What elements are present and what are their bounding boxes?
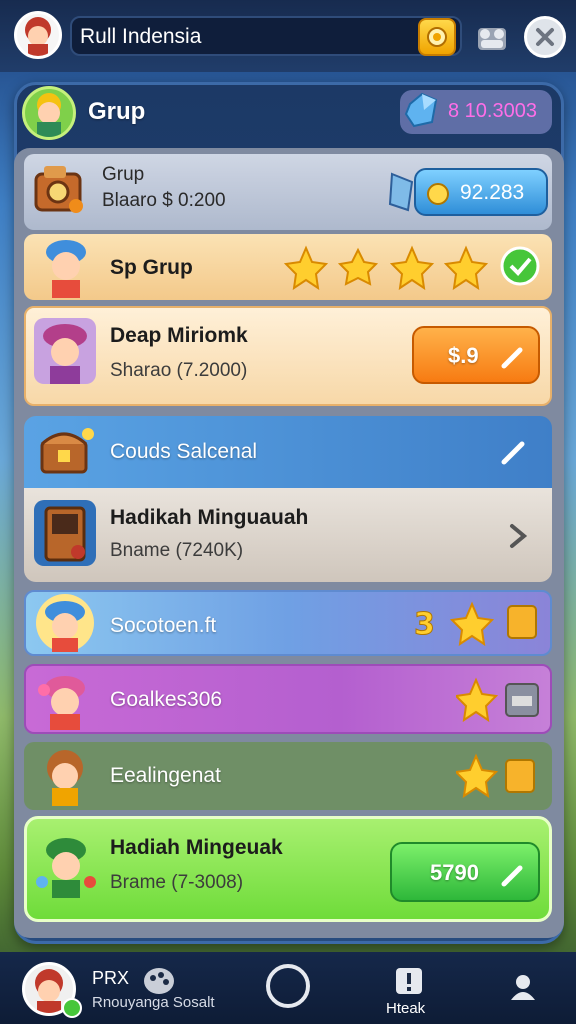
treasure-chest-icon (36, 420, 96, 484)
reward-icons (453, 676, 542, 726)
claim-button-label: 5790 (430, 860, 479, 885)
check-icon (500, 246, 540, 286)
arcade-machine-icon (34, 500, 96, 566)
home-circle-button[interactable] (266, 964, 310, 1008)
claim-button[interactable]: 5790 (390, 842, 540, 902)
coin-icon (427, 27, 447, 47)
list-item-subtitle: Sharao (7.2000) (110, 360, 248, 381)
section-title: Couds Salcenal (110, 440, 258, 463)
list-item-title: Sp Grup (110, 256, 193, 279)
friends-button[interactable] (472, 20, 512, 56)
online-status-icon (62, 998, 82, 1018)
list-item-title: Goalkes306 (110, 688, 223, 711)
character-avatar (34, 668, 96, 734)
list-item-title: Hadikah Minguauah (110, 506, 309, 529)
buy-button[interactable]: $.9 (412, 326, 540, 384)
star-rating (283, 244, 544, 294)
list-item-title: Eealingenat (110, 764, 221, 787)
svg-text:3: 3 (414, 607, 435, 642)
character-avatar (34, 744, 96, 810)
close-button[interactable] (524, 16, 566, 58)
summary-title: Grup (102, 164, 145, 185)
group-title: Grup (88, 98, 146, 125)
character-avatar (34, 318, 96, 384)
pencil-icon (501, 347, 523, 369)
coin-counter-button[interactable]: 92.283 (414, 168, 548, 216)
reward-icons (453, 752, 542, 802)
character-avatar (34, 832, 98, 902)
gem-value: 8 10.3003 (448, 100, 537, 122)
coin-icon (427, 183, 449, 205)
coin-counter-value: 92.283 (460, 181, 525, 204)
camera-chest-icon (30, 160, 88, 222)
reward-icons: 3 (410, 600, 546, 650)
palette-icon[interactable] (142, 966, 176, 1000)
list-item-title: Socotoen.ft (110, 614, 217, 637)
player-avatar[interactable] (14, 11, 62, 59)
character-avatar (36, 236, 96, 302)
summary-subtitle: Blaaro $ 0:200 (102, 190, 226, 211)
user-icon[interactable] (508, 972, 538, 1006)
list-item-title: Deap Miriomk (110, 324, 248, 347)
pointer-icon (384, 170, 418, 218)
list-item-subtitle: Brame (7-3008) (110, 872, 244, 893)
chevron-right-icon[interactable] (506, 522, 530, 554)
gem-icon (402, 90, 440, 132)
nav-item-label: Hteak (386, 1000, 426, 1017)
edit-icon[interactable] (498, 436, 530, 472)
coin-button[interactable] (418, 18, 456, 56)
section-header[interactable] (24, 416, 552, 488)
close-icon (536, 28, 554, 46)
list-item-subtitle: Bname (7240K) (110, 540, 244, 561)
search-field[interactable]: Rull Indensia (70, 16, 462, 56)
profile-name: PRX (92, 968, 130, 988)
pencil-icon (501, 865, 523, 887)
list-item-title: Hadiah Mingeuak (110, 836, 283, 859)
list-item[interactable] (24, 488, 552, 582)
people-icon (478, 28, 506, 50)
alert-icon[interactable] (394, 966, 424, 1000)
search-input-text: Rull Indensia (80, 25, 202, 48)
character-avatar (34, 592, 96, 658)
group-avatar (22, 86, 76, 140)
buy-button-label: $.9 (448, 343, 479, 368)
